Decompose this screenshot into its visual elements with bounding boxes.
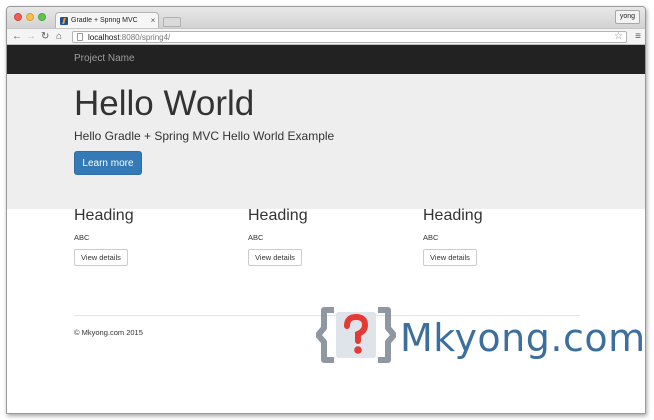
page-icon (77, 33, 83, 41)
close-window-icon[interactable] (14, 13, 22, 21)
column-heading: Heading (423, 207, 483, 224)
navbar: Project Name (7, 45, 645, 74)
footer-text: © Mkyong.com 2015 (74, 328, 143, 337)
star-icon[interactable]: ☆ (614, 31, 623, 42)
address-bar[interactable]: localhost :8080/spring4/ ☆ (72, 31, 627, 43)
hamburger-menu-icon[interactable]: ≡ (635, 30, 641, 44)
tab-gradle-spring-mvc[interactable]: Gradle + Spring MVC × (55, 12, 159, 28)
profile-button[interactable]: yong (614, 10, 640, 24)
back-arrow-icon[interactable]: ← (12, 30, 22, 44)
watermark-text: Mkyong.com (400, 316, 646, 360)
tab-title: Gradle + Spring MVC (71, 17, 138, 24)
column-heading: Heading (74, 207, 134, 224)
mkyong-watermark: Mkyong.com (315, 304, 646, 366)
column-2: Heading ABC View details (248, 207, 398, 266)
column-heading: Heading (248, 207, 308, 224)
page-title: Hello World (74, 84, 255, 123)
forward-arrow-icon[interactable]: → (26, 30, 36, 44)
jumbotron: Hello World Hello Gradle + Spring MVC He… (7, 74, 645, 209)
column-1: Heading ABC View details (74, 207, 224, 266)
learn-more-button[interactable]: Learn more (74, 151, 142, 175)
column-text: ABC (248, 233, 264, 242)
tab-close-icon[interactable]: × (148, 16, 158, 25)
column-3: Heading ABC View details (423, 207, 573, 266)
favicon-icon (60, 16, 68, 25)
lead-text: Hello Gradle + Spring MVC Hello World Ex… (74, 129, 335, 143)
minimize-window-icon[interactable] (26, 13, 34, 21)
home-icon[interactable]: ⌂ (56, 30, 62, 44)
new-tab-button[interactable] (163, 17, 181, 27)
zoom-window-icon[interactable] (38, 13, 46, 21)
view-details-button[interactable]: View details (248, 249, 302, 266)
url-path: :8080/spring4/ (119, 32, 171, 42)
url-host: localhost (88, 32, 120, 42)
tab-strip: Gradle + Spring MVC × yong (7, 7, 645, 28)
reload-icon[interactable]: ↻ (41, 30, 49, 44)
question-bracket-logo-icon (315, 307, 397, 363)
column-text: ABC (423, 233, 439, 242)
column-text: ABC (74, 233, 90, 242)
browser-toolbar: ← → ↻ ⌂ localhost :8080/spring4/ ☆ ≡ (7, 28, 645, 45)
view-details-button[interactable]: View details (74, 249, 128, 266)
navbar-brand[interactable]: Project Name (74, 53, 135, 64)
view-details-button[interactable]: View details (423, 249, 477, 266)
